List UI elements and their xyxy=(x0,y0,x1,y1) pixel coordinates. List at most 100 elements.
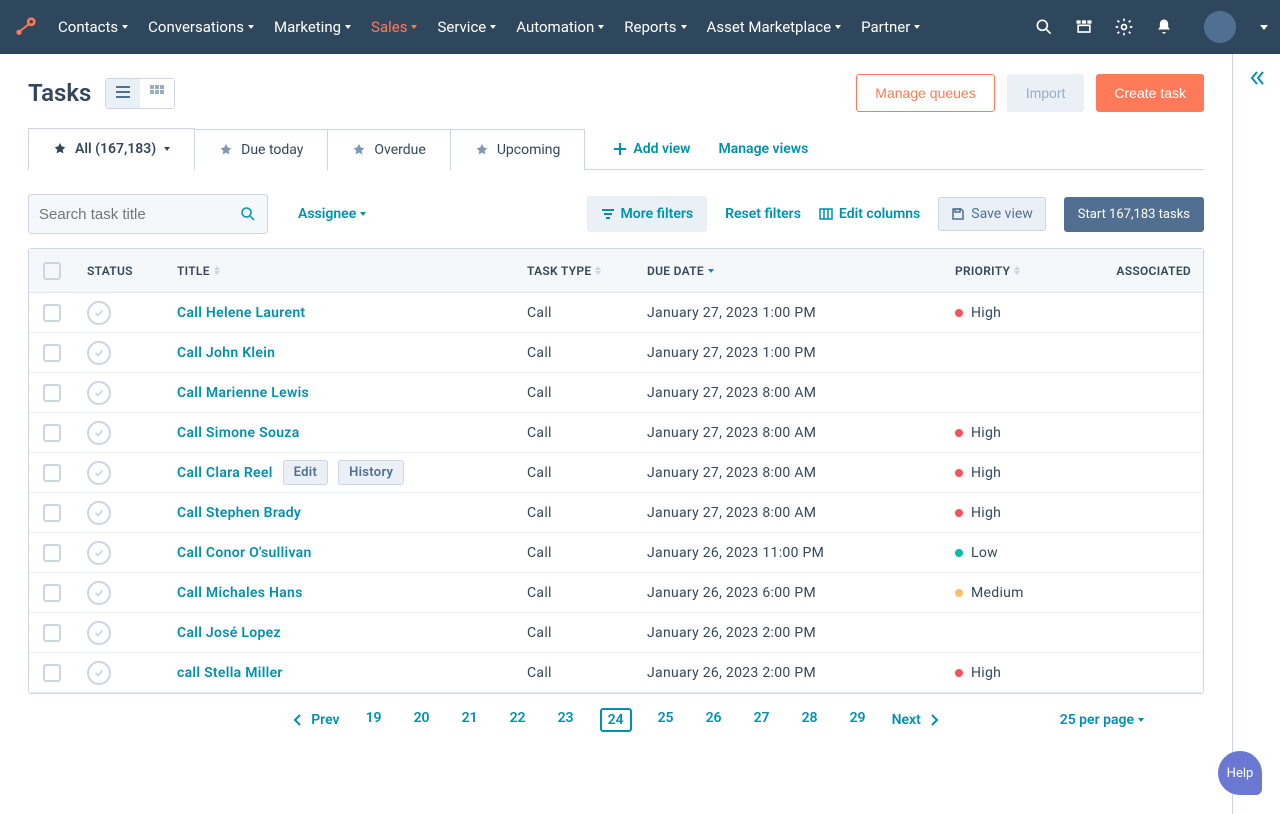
task-title-link[interactable]: call Stella Miller xyxy=(177,665,283,681)
account-avatar[interactable] xyxy=(1204,11,1236,43)
assignee-filter[interactable]: Assignee xyxy=(298,206,366,222)
nav-item-reports[interactable]: Reports xyxy=(624,0,686,54)
more-filters-button[interactable]: More filters xyxy=(587,196,708,232)
task-title-link[interactable]: Call José Lopez xyxy=(177,625,281,641)
row-checkbox[interactable] xyxy=(43,464,61,482)
save-view-button[interactable]: Save view xyxy=(938,197,1046,231)
create-task-button[interactable]: Create task xyxy=(1096,74,1204,112)
select-all-checkbox[interactable] xyxy=(43,262,61,280)
pager-page-19[interactable]: 19 xyxy=(360,708,388,732)
task-title-link[interactable]: Call Clara Reel xyxy=(177,465,273,481)
status-toggle[interactable] xyxy=(87,381,111,405)
pager-page-27[interactable]: 27 xyxy=(748,708,776,732)
row-checkbox[interactable] xyxy=(43,384,61,402)
row-checkbox[interactable] xyxy=(43,344,61,362)
row-checkbox[interactable] xyxy=(43,304,61,322)
status-toggle[interactable] xyxy=(87,461,111,485)
row-checkbox[interactable] xyxy=(43,664,61,682)
status-toggle[interactable] xyxy=(87,621,111,645)
row-history-button[interactable]: History xyxy=(338,460,404,485)
column-header-priority[interactable]: PRIORITY xyxy=(943,264,1093,278)
row-edit-button[interactable]: Edit xyxy=(283,460,328,485)
search-icon[interactable] xyxy=(1034,17,1054,37)
nav-item-marketing[interactable]: Marketing xyxy=(274,0,351,54)
nav-item-sales[interactable]: Sales xyxy=(371,0,417,54)
row-checkbox[interactable] xyxy=(43,624,61,642)
settings-icon[interactable] xyxy=(1114,17,1134,37)
status-toggle[interactable] xyxy=(87,661,111,685)
add-view-button[interactable]: Add view xyxy=(613,141,690,157)
nav-item-conversations[interactable]: Conversations xyxy=(148,0,254,54)
pager-prev[interactable]: Prev xyxy=(291,712,339,728)
list-view-button[interactable] xyxy=(106,79,140,108)
notifications-icon[interactable] xyxy=(1154,17,1174,37)
tab-due-today[interactable]: Due today xyxy=(195,129,328,170)
row-checkbox[interactable] xyxy=(43,584,61,602)
help-button[interactable]: Help xyxy=(1218,751,1262,795)
marketplace-icon[interactable] xyxy=(1074,17,1094,37)
pager-page-21[interactable]: 21 xyxy=(456,708,484,732)
nav-item-automation[interactable]: Automation xyxy=(516,0,604,54)
table-row[interactable]: Call Stephen BradyCallJanuary 27, 2023 8… xyxy=(29,493,1203,533)
search-input[interactable] xyxy=(39,206,239,223)
account-menu-caret-icon[interactable] xyxy=(1260,25,1268,30)
nav-item-contacts[interactable]: Contacts xyxy=(58,0,128,54)
table-row[interactable]: Call Simone SouzaCallJanuary 27, 2023 8:… xyxy=(29,413,1203,453)
task-title-link[interactable]: Call Michales Hans xyxy=(177,585,303,601)
pager-page-24[interactable]: 24 xyxy=(600,708,632,732)
pager-page-28[interactable]: 28 xyxy=(796,708,824,732)
status-toggle[interactable] xyxy=(87,501,111,525)
pager-page-20[interactable]: 20 xyxy=(408,708,436,732)
hubspot-logo-icon[interactable] xyxy=(12,13,40,41)
pager-page-29[interactable]: 29 xyxy=(844,708,872,732)
status-toggle[interactable] xyxy=(87,301,111,325)
tab-all[interactable]: All (167,183) xyxy=(28,128,195,170)
pager-page-25[interactable]: 25 xyxy=(652,708,680,732)
column-header-due-date[interactable]: DUE DATE xyxy=(635,264,943,278)
nav-item-asset-marketplace[interactable]: Asset Marketplace xyxy=(707,0,842,54)
status-toggle[interactable] xyxy=(87,341,111,365)
task-title-link[interactable]: Call Conor O'sullivan xyxy=(177,545,312,561)
table-row[interactable]: Call Clara ReelEditHistoryCallJanuary 27… xyxy=(29,453,1203,493)
table-row[interactable]: Call Michales HansCallJanuary 26, 2023 6… xyxy=(29,573,1203,613)
status-toggle[interactable] xyxy=(87,421,111,445)
table-row[interactable]: Call John KleinCallJanuary 27, 2023 1:00… xyxy=(29,333,1203,373)
import-button[interactable]: Import xyxy=(1007,74,1085,112)
table-row[interactable]: Call José LopezCallJanuary 26, 2023 2:00… xyxy=(29,613,1203,653)
row-checkbox[interactable] xyxy=(43,544,61,562)
manage-queues-button[interactable]: Manage queues xyxy=(856,74,994,112)
task-title-link[interactable]: Call Marienne Lewis xyxy=(177,385,309,401)
pager-next[interactable]: Next xyxy=(892,712,941,728)
edit-columns-button[interactable]: Edit columns xyxy=(819,206,920,222)
pager-page-23[interactable]: 23 xyxy=(552,708,580,732)
column-header-task-type[interactable]: TASK TYPE xyxy=(515,264,635,278)
search-box[interactable] xyxy=(28,194,268,234)
column-header-title[interactable]: TITLE xyxy=(165,264,515,278)
table-row[interactable]: Call Conor O'sullivanCallJanuary 26, 202… xyxy=(29,533,1203,573)
column-header-status[interactable]: STATUS xyxy=(75,264,165,278)
reset-filters-button[interactable]: Reset filters xyxy=(725,206,801,222)
per-page-select[interactable]: 25 per page xyxy=(1060,712,1144,728)
status-toggle[interactable] xyxy=(87,541,111,565)
nav-item-service[interactable]: Service xyxy=(437,0,496,54)
column-header-associated[interactable]: ASSOCIATED xyxy=(1093,264,1203,278)
start-tasks-button[interactable]: Start 167,183 tasks xyxy=(1064,197,1204,232)
task-title-link[interactable]: Call Simone Souza xyxy=(177,425,300,441)
task-title-link[interactable]: Call John Klein xyxy=(177,345,275,361)
tab-overdue[interactable]: Overdue xyxy=(328,129,450,170)
row-checkbox[interactable] xyxy=(43,424,61,442)
pager-page-22[interactable]: 22 xyxy=(504,708,532,732)
task-title-link[interactable]: Call Helene Laurent xyxy=(177,305,305,321)
tab-upcoming[interactable]: Upcoming xyxy=(451,129,586,170)
task-title-link[interactable]: Call Stephen Brady xyxy=(177,505,301,521)
table-row[interactable]: Call Helene LaurentCallJanuary 27, 2023 … xyxy=(29,293,1203,333)
table-row[interactable]: Call Marienne LewisCallJanuary 27, 2023 … xyxy=(29,373,1203,413)
board-view-button[interactable] xyxy=(140,79,174,108)
nav-item-partner[interactable]: Partner xyxy=(861,0,920,54)
status-toggle[interactable] xyxy=(87,581,111,605)
table-row[interactable]: call Stella MillerCallJanuary 26, 2023 2… xyxy=(29,653,1203,693)
manage-views-button[interactable]: Manage views xyxy=(718,141,808,157)
pager-page-26[interactable]: 26 xyxy=(700,708,728,732)
row-checkbox[interactable] xyxy=(43,504,61,522)
collapse-sidebar-icon[interactable] xyxy=(1247,68,1267,814)
